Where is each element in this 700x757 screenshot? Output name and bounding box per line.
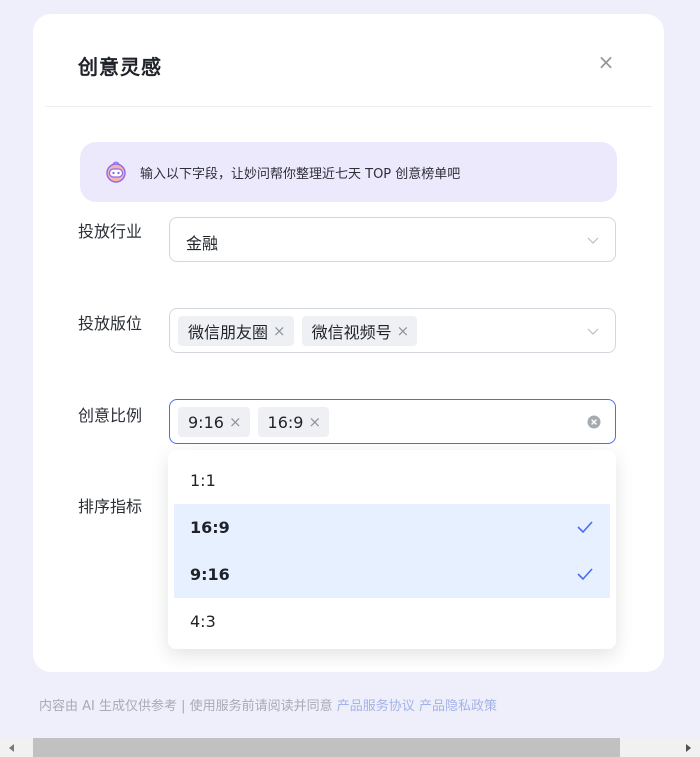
hint-banner: 输入以下字段，让妙问帮你整理近七天 TOP 创意榜单吧 [80, 142, 617, 202]
option-label: 16:9 [190, 518, 230, 537]
industry-label: 投放行业 [78, 222, 143, 241]
close-icon[interactable]: × [594, 50, 618, 74]
placement-tag: 微信视频号 × [301, 316, 418, 346]
option-label: 1:1 [190, 471, 216, 490]
service-agreement-link[interactable]: 产品服务协议 [337, 699, 415, 714]
check-icon [577, 521, 593, 534]
placement-label: 投放版位 [78, 314, 143, 333]
tag-label: 微信朋友圈 [188, 323, 269, 342]
dropdown-option[interactable]: 4:3 [174, 598, 610, 645]
option-label: 9:16 [190, 565, 230, 584]
tag-remove-icon[interactable]: × [273, 322, 286, 340]
clear-icon[interactable] [587, 415, 601, 429]
footer-disclaimer: 内容由 AI 生成仅供参考 | 使用服务前请阅读并同意 产品服务协议 产品隐私政… [39, 695, 497, 714]
header-divider [45, 106, 652, 107]
ratio-tag: 9:16 × [178, 407, 250, 437]
dropdown-option-selected[interactable]: 9:16 [174, 551, 610, 598]
placement-tags: 微信朋友圈 × 微信视频号 × [178, 316, 418, 346]
industry-value: 金融 [186, 234, 219, 253]
ratio-select[interactable]: 9:16 × 16:9 × [169, 399, 616, 444]
placement-tag: 微信朋友圈 × [178, 316, 294, 346]
ratio-label: 创意比例 [78, 406, 143, 425]
check-icon [577, 568, 593, 581]
placement-select[interactable]: 微信朋友圈 × 微信视频号 × [169, 308, 616, 353]
tag-remove-icon[interactable]: × [397, 322, 410, 340]
tag-label: 16:9 [267, 412, 304, 432]
sort-metric-label: 排序指标 [78, 497, 143, 516]
footer-text: 内容由 AI 生成仅供参考 | 使用服务前请阅读并同意 [39, 699, 333, 714]
chevron-down-icon [587, 237, 599, 244]
ratio-tags: 9:16 × 16:9 × [178, 407, 330, 437]
ratio-dropdown: 1:1 16:9 9:16 4:3 [168, 450, 616, 649]
dialog-title: 创意灵感 [78, 55, 162, 79]
robot-face-icon [106, 161, 126, 183]
tag-label: 微信视频号 [311, 323, 392, 342]
scroll-left-icon[interactable] [9, 744, 14, 752]
tag-remove-icon[interactable]: × [308, 413, 321, 431]
scrollbar-thumb[interactable] [33, 738, 620, 757]
dropdown-option-selected[interactable]: 16:9 [174, 504, 610, 551]
option-label: 4:3 [190, 612, 216, 631]
horizontal-scrollbar[interactable] [0, 738, 700, 757]
tag-label: 9:16 [188, 412, 224, 432]
chevron-down-icon [587, 328, 599, 335]
hint-banner-text: 输入以下字段，让妙问帮你整理近七天 TOP 创意榜单吧 [140, 166, 461, 182]
ratio-tag: 16:9 × [257, 407, 330, 437]
industry-select[interactable]: 金融 [169, 217, 616, 262]
privacy-policy-link[interactable]: 产品隐私政策 [419, 699, 497, 714]
dropdown-option[interactable]: 1:1 [174, 457, 610, 504]
scroll-right-icon[interactable] [686, 744, 691, 752]
tag-remove-icon[interactable]: × [229, 413, 242, 431]
